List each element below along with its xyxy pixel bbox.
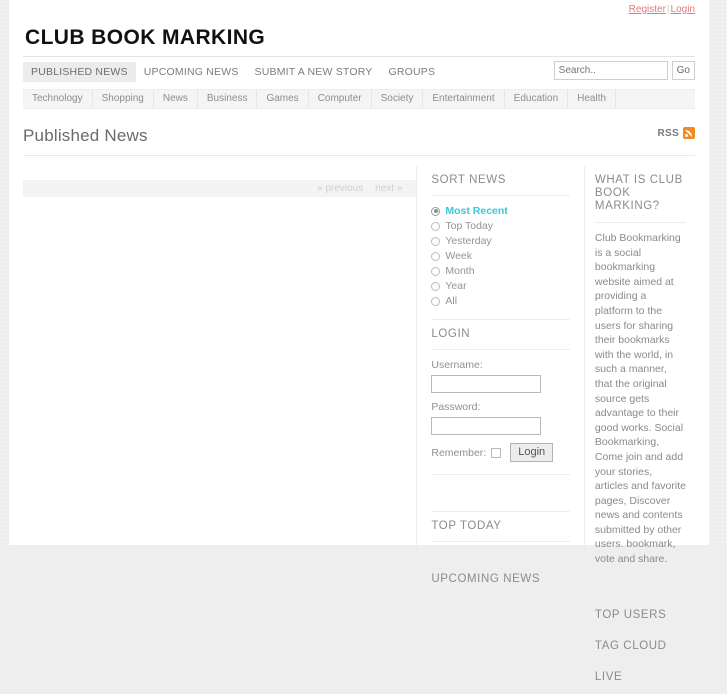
login-submit-button[interactable]: Login [510, 443, 554, 462]
category-item-shopping[interactable]: Shopping [93, 90, 154, 108]
remember-row: Remember: Login [431, 443, 570, 462]
top-today-spacer [431, 475, 570, 511]
category-link-education[interactable]: Education [505, 90, 567, 108]
category-item-education[interactable]: Education [505, 90, 569, 108]
nav-link-upcoming-news[interactable]: UPCOMING NEWS [136, 62, 247, 82]
search-box: Go [553, 61, 695, 80]
radio-icon-yesterday[interactable] [431, 236, 441, 246]
upcoming-news-spacer [431, 542, 570, 564]
login-link[interactable]: Login [671, 4, 695, 15]
nav-link-submit-story[interactable]: SUBMIT A NEW STORY [247, 62, 381, 82]
main-content-column: « previous next » [23, 166, 417, 694]
previous-page-link[interactable]: « previous [317, 183, 363, 194]
nav-item-submit-story[interactable]: SUBMIT A NEW STORY [247, 62, 381, 82]
rss-icon [683, 127, 695, 139]
pagination-bar: « previous next » [23, 180, 417, 197]
right-sidebar-column: WHAT IS CLUB BOOK MARKING? Club Bookmark… [583, 166, 695, 694]
radio-icon-month[interactable] [431, 266, 441, 276]
nav-item-published-news[interactable]: PUBLISHED NEWS [23, 62, 136, 82]
sort-link-top-today[interactable]: Top Today [445, 220, 493, 232]
about-text: Club Bookmarking is a social bookmarking… [594, 223, 686, 578]
category-item-computer[interactable]: Computer [309, 90, 372, 108]
middle-sidebar-column: SORT NEWS Most Recent Top Today Yesterda… [416, 166, 584, 694]
category-link-news[interactable]: News [154, 90, 197, 108]
sort-option-top-today[interactable]: Top Today [431, 219, 570, 233]
nav-item-upcoming-news[interactable]: UPCOMING NEWS [136, 62, 247, 82]
sort-link-yesterday[interactable]: Yesterday [445, 235, 491, 247]
username-input[interactable] [431, 375, 542, 393]
category-link-games[interactable]: Games [257, 90, 307, 108]
radio-icon-all[interactable] [431, 296, 441, 306]
logo-row: CLUB BOOK MARKING [9, 20, 709, 56]
category-item-technology[interactable]: Technology [23, 90, 93, 108]
category-link-business[interactable]: Business [198, 90, 257, 108]
search-go-button[interactable]: Go [671, 61, 695, 80]
sort-option-most-recent[interactable]: Most Recent [431, 204, 570, 218]
sort-link-most-recent[interactable]: Most Recent [445, 205, 507, 217]
page-background: Register|Login CLUB BOOK MARKING PUBLISH… [0, 0, 727, 694]
site-wrapper: Register|Login CLUB BOOK MARKING PUBLISH… [9, 0, 709, 694]
category-nav-list: Technology Shopping News Business Games … [23, 90, 695, 108]
about-heading: WHAT IS CLUB BOOK MARKING? [594, 166, 686, 223]
password-input[interactable] [431, 417, 542, 435]
upcoming-news-heading: UPCOMING NEWS [431, 564, 570, 595]
category-link-technology[interactable]: Technology [23, 90, 92, 108]
category-item-health[interactable]: Health [568, 90, 617, 108]
remember-checkbox[interactable] [491, 447, 502, 458]
sort-news-heading: SORT NEWS [431, 166, 570, 196]
top-users-spacer [595, 578, 686, 600]
category-item-news[interactable]: News [154, 90, 198, 108]
top-users-heading: TOP USERS [594, 599, 686, 632]
page-header: Published News RSS [23, 125, 695, 156]
content-columns: « previous next » SORT NEWS Most Recent … [23, 166, 695, 694]
category-link-society[interactable]: Society [372, 90, 423, 108]
category-item-business[interactable]: Business [198, 90, 258, 108]
sort-option-yesterday[interactable]: Yesterday [431, 234, 570, 248]
radio-icon-year[interactable] [431, 281, 441, 291]
register-link[interactable]: Register [629, 4, 666, 15]
sort-link-year[interactable]: Year [445, 280, 466, 292]
sort-link-month[interactable]: Month [445, 265, 474, 277]
category-link-shopping[interactable]: Shopping [93, 90, 153, 108]
radio-icon-week[interactable] [431, 251, 441, 261]
category-link-computer[interactable]: Computer [309, 90, 371, 108]
sort-news-options: Most Recent Top Today Yesterday Week Mon… [431, 196, 570, 320]
login-form: Username: Password: Remember: Login [431, 350, 570, 475]
sort-link-all[interactable]: All [445, 295, 457, 307]
nav-item-groups[interactable]: GROUPS [381, 62, 444, 82]
category-item-society[interactable]: Society [372, 90, 424, 108]
sort-option-month[interactable]: Month [431, 264, 570, 278]
category-link-health[interactable]: Health [568, 90, 615, 108]
top-utility-bar: Register|Login [9, 0, 709, 20]
category-item-games[interactable]: Games [257, 90, 309, 108]
rss-link[interactable]: RSS [658, 127, 695, 139]
radio-icon-most-recent[interactable] [431, 206, 441, 216]
page-title: Published News [23, 126, 148, 145]
category-navigation: Technology Shopping News Business Games … [23, 89, 695, 109]
top-today-heading: TOP TODAY [431, 511, 570, 542]
nav-link-published-news[interactable]: PUBLISHED NEWS [23, 62, 136, 82]
sort-option-all[interactable]: All [431, 294, 570, 308]
login-heading: LOGIN [431, 320, 570, 350]
tag-cloud-heading: TAG CLOUD [594, 632, 686, 663]
category-item-entertainment[interactable]: Entertainment [423, 90, 505, 108]
sort-link-week[interactable]: Week [445, 250, 472, 262]
search-input[interactable] [553, 61, 668, 80]
radio-icon-top-today[interactable] [431, 221, 441, 231]
nav-link-groups[interactable]: GROUPS [381, 62, 444, 82]
username-label: Username: [431, 359, 483, 371]
password-label: Password: [431, 401, 481, 413]
rss-label: RSS [657, 127, 679, 139]
site-logo[interactable]: CLUB BOOK MARKING [25, 26, 265, 49]
next-page-link[interactable]: next » [375, 183, 402, 194]
remember-label: Remember: [431, 446, 487, 459]
main-navigation: PUBLISHED NEWS UPCOMING NEWS SUBMIT A NE… [23, 56, 695, 84]
live-heading: LIVE [594, 663, 686, 694]
category-link-entertainment[interactable]: Entertainment [423, 90, 503, 108]
sort-option-year[interactable]: Year [431, 279, 570, 293]
sort-option-week[interactable]: Week [431, 249, 570, 263]
